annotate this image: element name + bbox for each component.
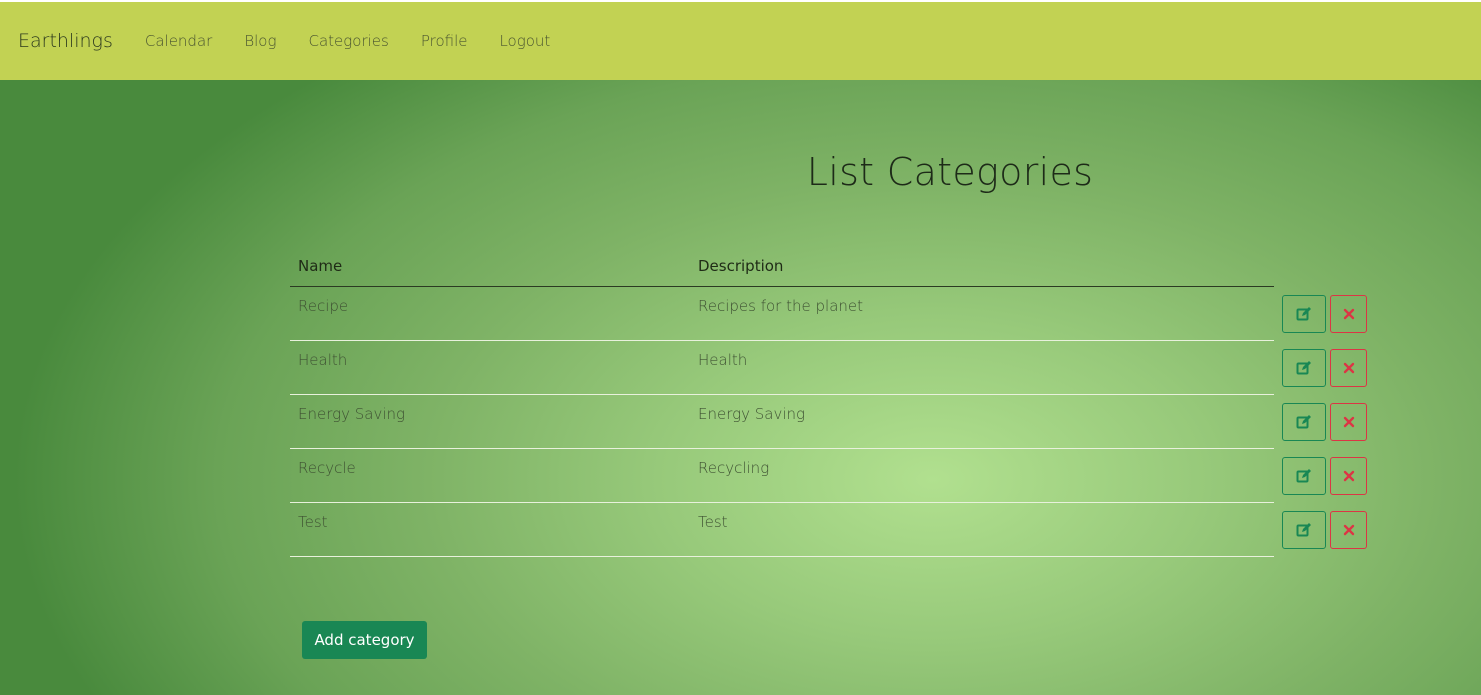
category-description: Energy Saving — [698, 405, 806, 423]
row-actions — [1282, 403, 1367, 441]
edit-button[interactable] — [1282, 349, 1326, 387]
table-row: Recipe Recipes for the planet — [290, 287, 1274, 341]
table-row: Test Test — [290, 503, 1274, 557]
nav-link-categories[interactable]: Categories — [308, 32, 388, 50]
category-name: Recipe — [298, 297, 349, 315]
table-row: Health Health — [290, 341, 1274, 395]
edit-button[interactable] — [1282, 457, 1326, 495]
row-actions — [1282, 295, 1367, 333]
close-icon — [1343, 524, 1354, 536]
delete-button[interactable] — [1330, 511, 1367, 549]
add-category-button[interactable]: Add category — [302, 621, 427, 659]
category-name: Test — [298, 513, 328, 531]
delete-button[interactable] — [1330, 403, 1367, 441]
delete-button[interactable] — [1330, 349, 1367, 387]
column-header-name: Name — [298, 257, 343, 275]
edit-icon — [1296, 361, 1311, 375]
table-row: Recycle Recycling — [290, 449, 1274, 503]
edit-icon — [1296, 523, 1311, 537]
table-header: Name Description — [290, 246, 1274, 287]
delete-button[interactable] — [1330, 457, 1367, 495]
category-description: Recycling — [698, 459, 770, 477]
categories-table: Name Description Recipe Recipes for the … — [290, 246, 1274, 557]
edit-button[interactable] — [1282, 295, 1326, 333]
close-icon — [1343, 470, 1354, 482]
category-name: Health — [298, 351, 348, 369]
nav-link-blog[interactable]: Blog — [244, 32, 276, 50]
row-actions — [1282, 511, 1367, 549]
brand-link[interactable]: Earthlings — [18, 30, 113, 52]
close-icon — [1343, 416, 1354, 428]
close-icon — [1343, 362, 1354, 374]
table-row: Energy Saving Energy Saving — [290, 395, 1274, 449]
column-header-description: Description — [698, 257, 784, 275]
edit-button[interactable] — [1282, 403, 1326, 441]
edit-icon — [1296, 415, 1311, 429]
close-icon — [1343, 308, 1354, 320]
category-description: Test — [698, 513, 728, 531]
category-name: Energy Saving — [298, 405, 406, 423]
nav-link-calendar[interactable]: Calendar — [145, 32, 212, 50]
nav-link-profile[interactable]: Profile — [421, 32, 468, 50]
page-title: List Categories — [806, 150, 1094, 194]
category-description: Recipes for the planet — [698, 297, 863, 315]
navbar: Earthlings Calendar Blog Categories Prof… — [0, 0, 1481, 80]
category-description: Health — [698, 351, 748, 369]
edit-button[interactable] — [1282, 511, 1326, 549]
row-actions — [1282, 349, 1367, 387]
delete-button[interactable] — [1330, 295, 1367, 333]
edit-icon — [1296, 469, 1311, 483]
edit-icon — [1296, 307, 1311, 321]
category-name: Recycle — [298, 459, 356, 477]
nav-link-logout[interactable]: Logout — [499, 32, 550, 50]
row-actions — [1282, 457, 1367, 495]
